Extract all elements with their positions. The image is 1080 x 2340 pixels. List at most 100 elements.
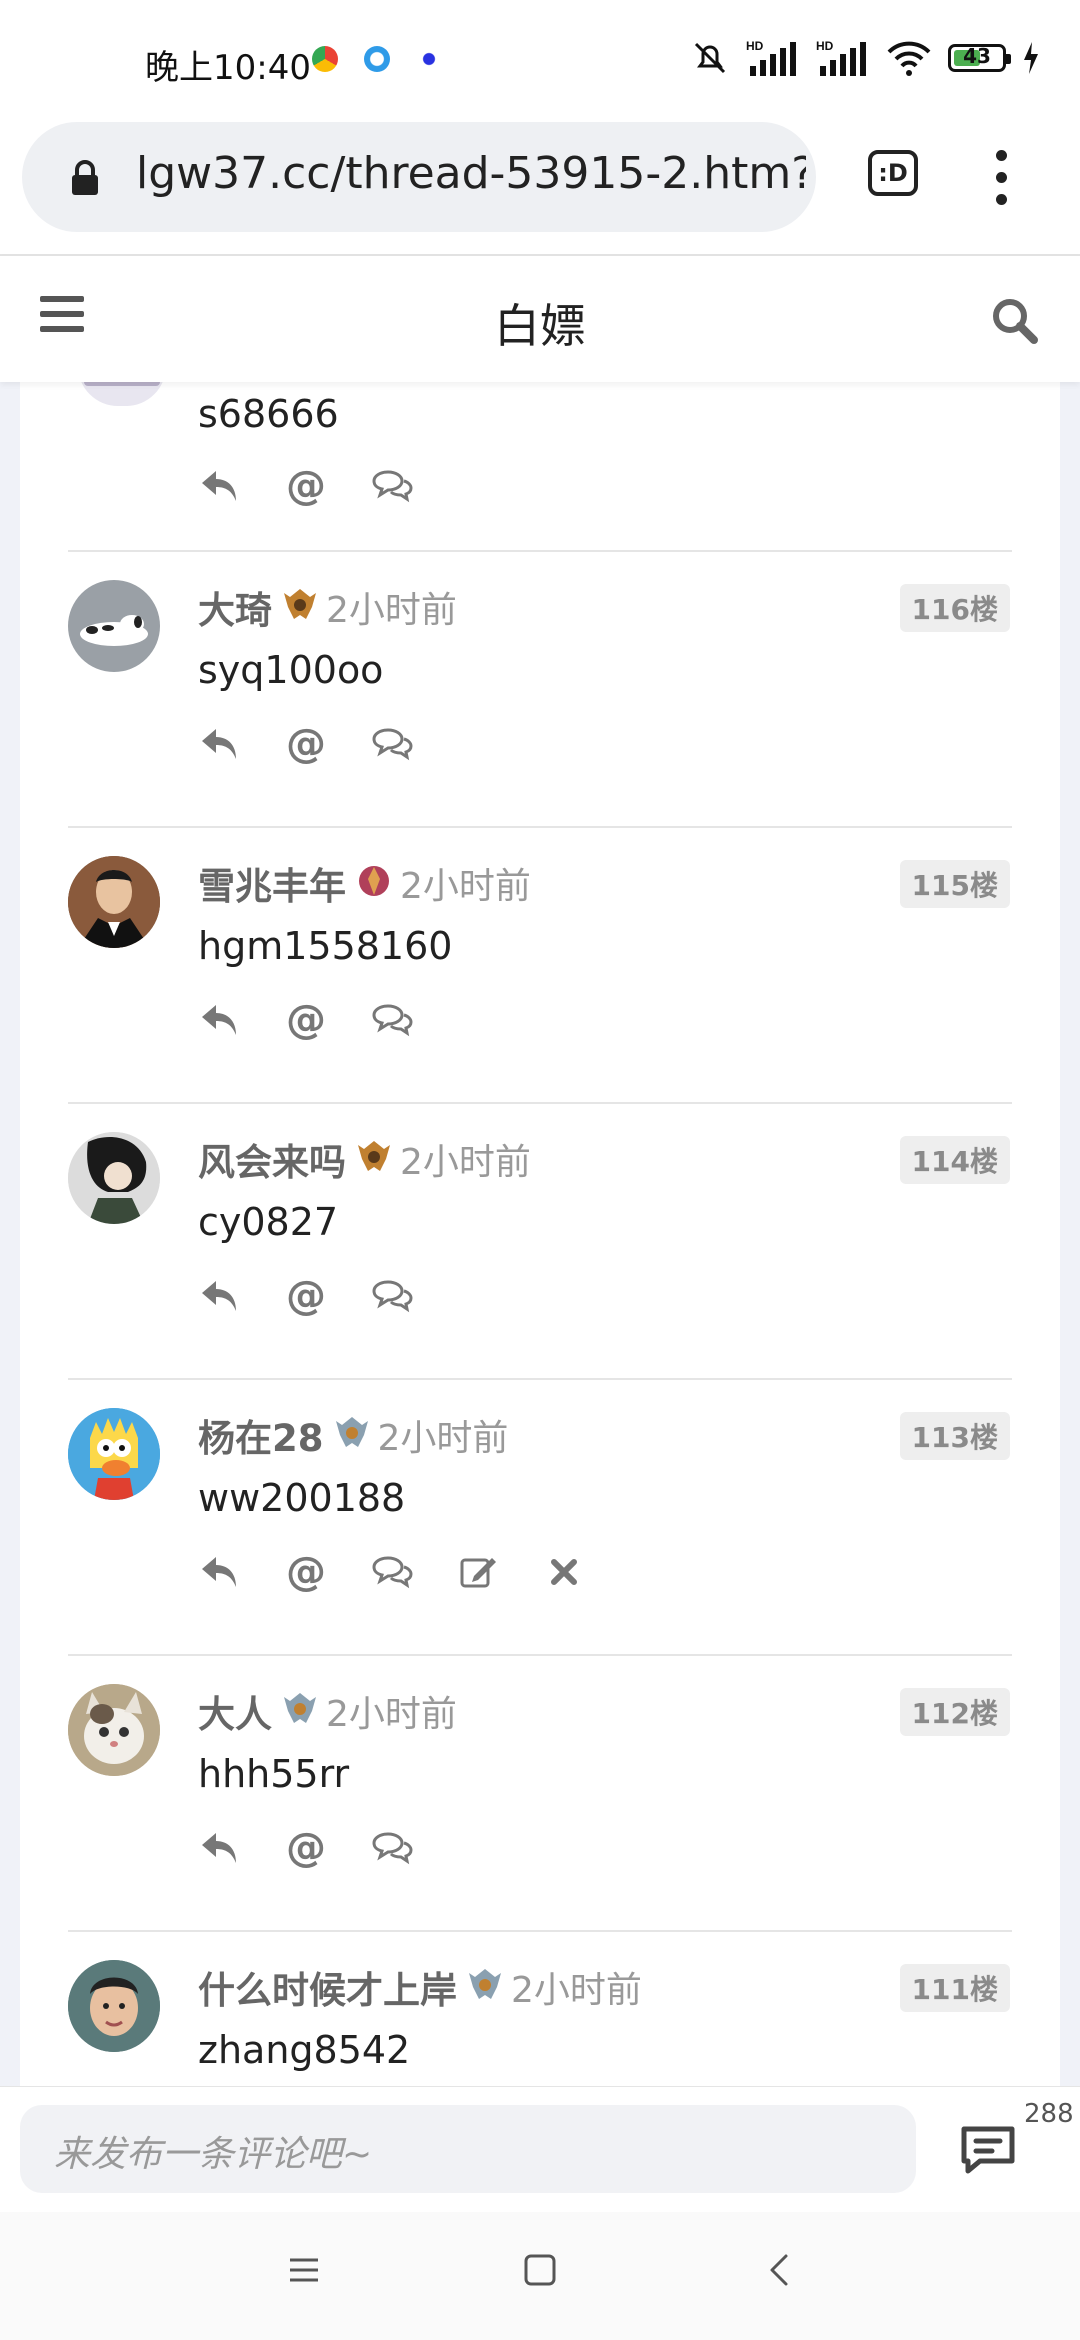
comment-icon[interactable]: [370, 1274, 414, 1318]
post-meta: 杨在28 2小时前: [198, 1408, 508, 1462]
comments-icon[interactable]: [958, 2123, 1018, 2175]
avatar[interactable]: [68, 1684, 160, 1776]
post-meta: 雪兆丰年 2小时前: [198, 856, 531, 910]
page-title: 白嫖: [494, 299, 586, 353]
mention-icon[interactable]: @: [284, 998, 328, 1042]
reply-icon[interactable]: [198, 464, 242, 508]
more-menu-icon[interactable]: [996, 150, 1008, 216]
site-header: 白嫖: [0, 256, 1080, 382]
comment-icon[interactable]: [370, 998, 414, 1042]
reply-icon[interactable]: [198, 1274, 242, 1318]
comment-count: 288: [1024, 2099, 1074, 2129]
floor-badge: 115楼: [899, 860, 1010, 908]
reply-icon[interactable]: [198, 1550, 242, 1594]
floor-badge: 116楼: [899, 584, 1010, 632]
signal-hd-icon: HD: [746, 39, 796, 76]
username[interactable]: 大人: [198, 1684, 272, 1738]
system-nav-bar: [0, 2212, 1080, 2340]
post-content: hgm1558160: [198, 924, 453, 968]
floor-badge: 111楼: [899, 1964, 1010, 2012]
mention-icon[interactable]: @: [284, 1274, 328, 1318]
comment-bar: 来发布一条评论吧~ 288: [0, 2086, 1080, 2211]
rank-badge-icon: [280, 1689, 320, 1733]
chrome-icon: [312, 46, 338, 72]
post-actions: @: [198, 1274, 456, 1318]
mention-icon[interactable]: @: [284, 1550, 328, 1594]
comment-icon[interactable]: [370, 1550, 414, 1594]
reply-icon[interactable]: [198, 722, 242, 766]
back-icon[interactable]: [762, 2252, 798, 2288]
status-bar: 晚上10:40 HD HD 43: [0, 0, 1080, 120]
avatar[interactable]: [68, 1408, 160, 1500]
comment-icon[interactable]: [370, 1826, 414, 1870]
list-item: s68666 @: [20, 382, 1060, 552]
list-item: 风会来吗 2小时前 114楼 cy0827 @: [20, 1104, 1060, 1380]
floor-badge: 114楼: [899, 1136, 1010, 1184]
mention-icon[interactable]: @: [284, 722, 328, 766]
username[interactable]: 什么时候才上岸: [198, 1960, 457, 2014]
url-text: lgw37.cc/thread-53915-2.htm?: [136, 148, 806, 199]
status-app-icons: [312, 46, 442, 72]
post-time: 2小时前: [400, 866, 531, 907]
username[interactable]: 雪兆丰年: [198, 856, 346, 910]
post-actions: @: [198, 464, 456, 508]
rank-badge-icon: [465, 1965, 505, 2009]
post-time: 2小时前: [511, 1970, 642, 2011]
signal-hd-icon: HD: [816, 39, 866, 76]
mention-icon[interactable]: @: [284, 464, 328, 508]
post-meta: 大琦 2小时前: [198, 580, 457, 634]
post-meta: 风会来吗 2小时前: [198, 1132, 531, 1186]
address-bar[interactable]: lgw37.cc/thread-53915-2.htm?: [22, 122, 816, 232]
post-content: zhang8542: [198, 2028, 411, 2072]
username[interactable]: 大琦: [198, 580, 272, 634]
browser-toolbar: lgw37.cc/thread-53915-2.htm? :D: [0, 120, 1080, 256]
browser-icon: [364, 46, 390, 72]
rank-badge-icon: [332, 1413, 372, 1457]
reply-icon[interactable]: [198, 1826, 242, 1870]
baidu-icon: [416, 46, 442, 72]
rank-badge-icon: [354, 1137, 394, 1181]
avatar[interactable]: [68, 1960, 160, 2052]
delete-icon[interactable]: [542, 1550, 586, 1594]
home-icon[interactable]: [522, 2252, 558, 2288]
avatar[interactable]: [68, 856, 160, 948]
battery-level: 43: [963, 44, 991, 68]
list-item: 大琦 2小时前 116楼 syq100oo @: [20, 552, 1060, 828]
mention-icon[interactable]: @: [284, 1826, 328, 1870]
avatar[interactable]: [68, 1132, 160, 1224]
reply-icon[interactable]: [198, 998, 242, 1042]
post-actions: @: [198, 1826, 456, 1870]
post-time: 2小时前: [326, 590, 457, 631]
comment-input[interactable]: 来发布一条评论吧~: [20, 2105, 916, 2193]
search-icon[interactable]: [990, 296, 1040, 346]
avatar[interactable]: [78, 382, 166, 406]
comment-icon[interactable]: [370, 722, 414, 766]
svg-text:HD: HD: [816, 39, 834, 53]
svg-text:HD: HD: [746, 39, 764, 53]
post-content: cy0827: [198, 1200, 339, 1244]
avatar[interactable]: [68, 580, 160, 672]
post-actions: @: [198, 1550, 628, 1594]
wifi-icon: [887, 41, 931, 76]
post-meta: 大人 2小时前: [198, 1684, 457, 1738]
comment-icon[interactable]: [370, 464, 414, 508]
battery-icon: 43: [948, 44, 1011, 72]
status-icons: HD HD 43: [690, 38, 1040, 78]
status-time: 晚上10:40: [145, 48, 311, 88]
floor-badge: 113楼: [899, 1412, 1010, 1460]
tab-switcher-button[interactable]: :D: [868, 150, 918, 196]
lock-icon: [72, 160, 98, 195]
list-item: 雪兆丰年 2小时前 115楼 hgm1558160 @: [20, 828, 1060, 1104]
post-content: s68666: [198, 392, 339, 436]
username[interactable]: 风会来吗: [198, 1132, 346, 1186]
post-time: 2小时前: [326, 1694, 457, 1735]
post-time: 2小时前: [377, 1418, 509, 1459]
edit-icon[interactable]: [456, 1550, 500, 1594]
recents-icon[interactable]: [286, 2252, 322, 2288]
list-item: 大人 2小时前 112楼 hhh55rr @: [20, 1656, 1060, 1932]
username[interactable]: 杨在28: [198, 1408, 324, 1462]
rank-badge-icon: [280, 585, 320, 629]
post-actions: @: [198, 722, 456, 766]
post-actions: @: [198, 998, 456, 1042]
list-item: 杨在28 2小时前 113楼 ww200188 @: [20, 1380, 1060, 1656]
